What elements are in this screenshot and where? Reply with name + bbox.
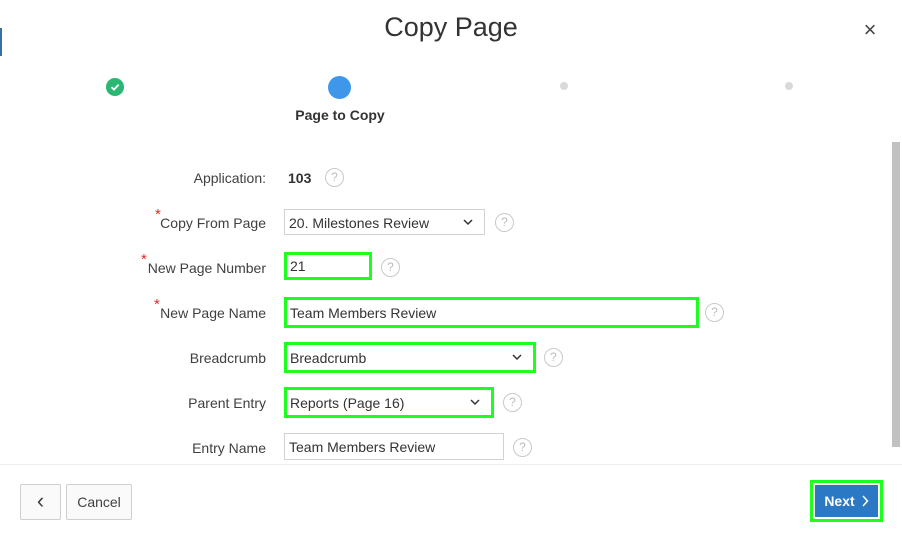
copy-from-page-label: Copy From Page	[160, 215, 266, 231]
required-marker: *	[154, 296, 160, 313]
new-page-name-label: New Page Name	[160, 305, 266, 321]
chevron-down-icon	[463, 219, 473, 226]
entry-name-label: Entry Name	[192, 440, 266, 456]
copy-page-dialog: Copy Page × Page to Copy Application: 10…	[0, 0, 902, 539]
breadcrumb-value: Breadcrumb	[290, 350, 367, 366]
dialog-title: Copy Page	[384, 12, 518, 42]
next-button-highlight: Next	[810, 480, 883, 522]
new-page-name-input[interactable]: Team Members Review	[284, 297, 699, 328]
copy-from-page-help-icon[interactable]: ?	[495, 213, 514, 232]
step-2-current-indicator	[328, 76, 351, 99]
parent-entry-help-icon[interactable]: ?	[503, 393, 522, 412]
chevron-down-icon	[512, 354, 522, 361]
entry-name-help-icon[interactable]: ?	[513, 438, 532, 457]
breadcrumb-select[interactable]: Breadcrumb	[284, 342, 536, 373]
application-help-icon[interactable]: ?	[325, 168, 344, 187]
current-step-label: Page to Copy	[295, 107, 385, 123]
next-button-label: Next	[824, 493, 855, 509]
chevron-down-icon	[470, 399, 480, 406]
previous-button[interactable]: ‹	[20, 484, 61, 520]
copy-from-page-select[interactable]: 20. Milestones Review	[284, 209, 485, 235]
step-1-done-check-icon	[106, 78, 124, 96]
required-marker: *	[141, 251, 147, 268]
chevron-right-icon	[862, 495, 869, 507]
scrollbar[interactable]	[892, 142, 900, 447]
application-value: 103	[288, 170, 312, 186]
cancel-button[interactable]: Cancel	[66, 484, 132, 520]
next-button[interactable]: Next	[815, 485, 878, 517]
parent-entry-label: Parent Entry	[188, 395, 266, 411]
close-icon[interactable]: ×	[860, 18, 880, 42]
new-page-number-help-icon[interactable]: ?	[381, 258, 400, 277]
breadcrumb-help-icon[interactable]: ?	[544, 348, 563, 367]
parent-entry-value: Reports (Page 16)	[290, 395, 405, 411]
dialog-footer: ‹ Cancel	[0, 465, 902, 539]
breadcrumb-label: Breadcrumb	[189, 350, 266, 366]
step-4-future-indicator	[785, 82, 793, 90]
step-3-future-indicator	[560, 82, 568, 90]
new-page-number-label: New Page Number	[147, 260, 266, 276]
application-label: Application:	[193, 170, 266, 186]
copy-from-page-value: 20. Milestones Review	[289, 215, 430, 231]
new-page-name-help-icon[interactable]: ?	[705, 303, 724, 322]
parent-entry-select[interactable]: Reports (Page 16)	[284, 387, 494, 418]
entry-name-input[interactable]: Team Members Review	[284, 433, 504, 460]
new-page-number-input[interactable]: 21	[284, 252, 372, 280]
